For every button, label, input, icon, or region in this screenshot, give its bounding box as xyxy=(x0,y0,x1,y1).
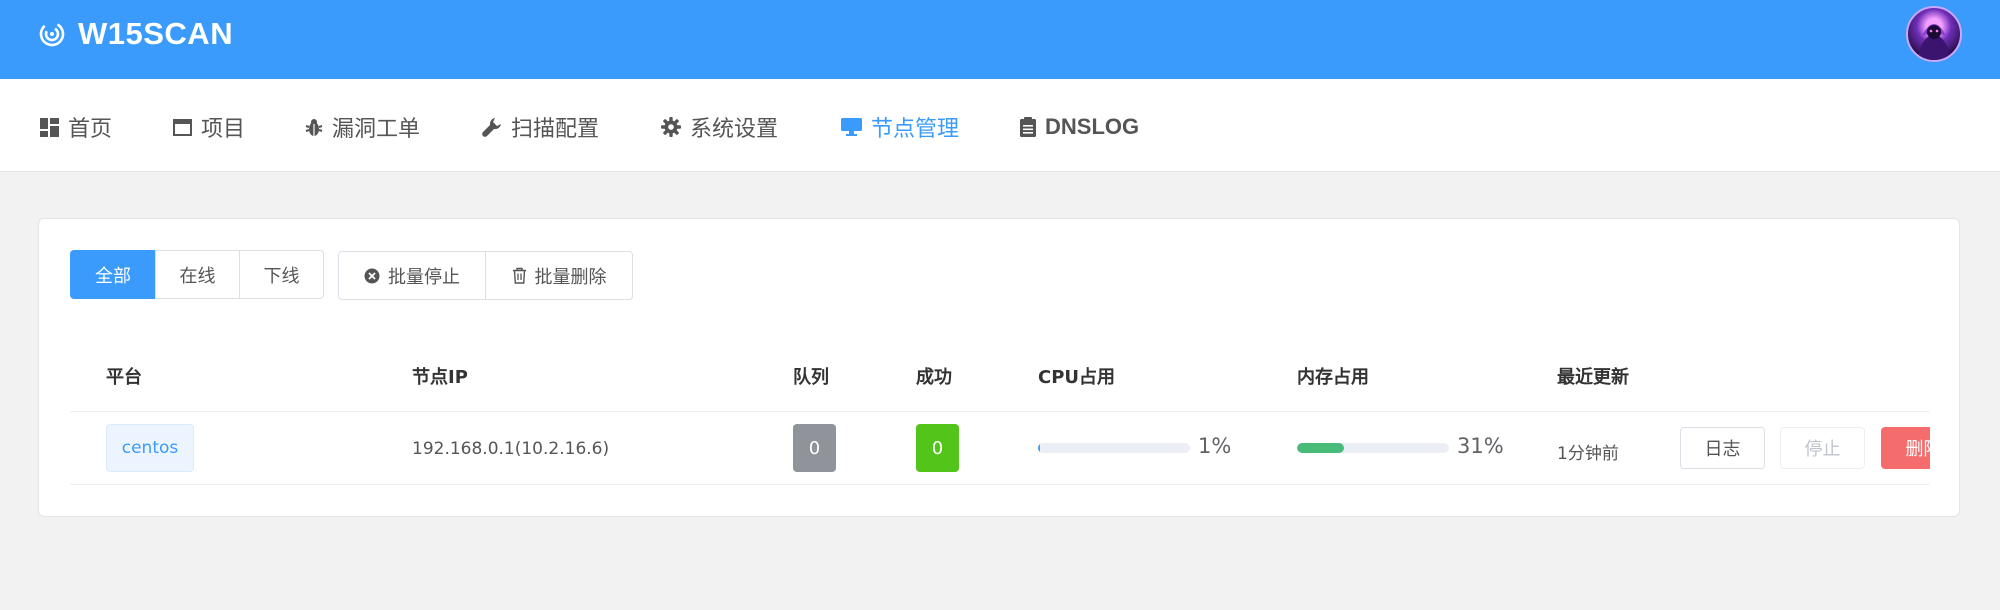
radar-icon xyxy=(39,21,65,47)
row-divider xyxy=(70,484,1930,485)
header-last-update[interactable]: 最近更新 xyxy=(1557,363,1629,389)
user-avatar[interactable] xyxy=(1906,6,1962,62)
node-ip: 192.168.0.1(10.2.16.6) xyxy=(412,439,610,459)
avatar-image xyxy=(1918,24,1950,60)
wrench-icon xyxy=(482,118,501,137)
last-update: 1分钟前 xyxy=(1557,444,1619,464)
main-nav: 首页 项目 漏洞工单 扫描配置 系统设置 节点管理 DNSLOG xyxy=(0,79,2000,172)
bug-icon xyxy=(305,118,323,136)
batch-delete-label: 批量删除 xyxy=(534,266,607,288)
stop-button[interactable]: 停止 xyxy=(1780,427,1865,469)
nav-label: DNSLOG xyxy=(1045,114,1140,139)
memory-percent: 31% xyxy=(1457,434,1504,458)
cpu-progress-fill xyxy=(1038,443,1040,453)
header-divider xyxy=(70,411,1930,412)
cpu-progress-bar xyxy=(1038,443,1190,453)
header-node-ip[interactable]: 节点IP xyxy=(412,363,468,389)
nav-item-dnslog[interactable]: DNSLOG xyxy=(1020,113,1139,141)
nav-item-system-settings[interactable]: 系统设置 xyxy=(661,113,779,142)
queue-badge: 0 xyxy=(793,424,836,472)
batch-delete-button[interactable]: 批量删除 xyxy=(485,251,633,300)
nav-item-scan-config[interactable]: 扫描配置 xyxy=(482,113,600,142)
header-success[interactable]: 成功 xyxy=(916,363,952,389)
nav-label: 系统设置 xyxy=(690,117,779,142)
app-title: W15SCAN xyxy=(78,16,234,51)
header-cpu[interactable]: CPU占用 xyxy=(1038,363,1115,389)
batch-stop-button[interactable]: 批量停止 xyxy=(338,251,486,300)
memory-progress-fill xyxy=(1297,443,1345,453)
nav-label: 漏洞工单 xyxy=(332,117,421,142)
nav-label: 节点管理 xyxy=(871,117,960,142)
delete-button-clip: 删除 xyxy=(1881,427,1930,469)
filter-tab-offline[interactable]: 下线 xyxy=(239,250,324,299)
filter-tab-all[interactable]: 全部 xyxy=(70,250,156,299)
platform-tag: centos xyxy=(106,424,194,472)
nav-item-vuln-tickets[interactable]: 漏洞工单 xyxy=(305,113,421,142)
monitor-icon xyxy=(841,118,862,136)
dashboard-icon xyxy=(40,117,59,137)
nav-label: 扫描配置 xyxy=(511,117,600,142)
window-icon xyxy=(173,118,192,136)
success-badge: 0 xyxy=(916,424,959,472)
nav-item-node-management[interactable]: 节点管理 xyxy=(841,113,960,142)
nav-label: 首页 xyxy=(68,117,113,142)
log-button[interactable]: 日志 xyxy=(1680,427,1765,469)
delete-button[interactable]: 删除 xyxy=(1881,427,1930,469)
trash-icon xyxy=(512,267,526,284)
top-bar: W15SCAN xyxy=(0,0,2000,79)
header-memory[interactable]: 内存占用 xyxy=(1297,363,1369,389)
gear-icon xyxy=(661,117,681,137)
nav-item-projects[interactable]: 项目 xyxy=(173,113,246,142)
memory-progress-bar xyxy=(1297,443,1449,453)
header-platform[interactable]: 平台 xyxy=(106,363,142,389)
batch-stop-label: 批量停止 xyxy=(388,266,460,288)
app-logo[interactable]: W15SCAN xyxy=(38,16,233,52)
header-queue[interactable]: 队列 xyxy=(793,363,829,389)
node-list-card: 全部 在线 下线 批量停止 批量删除 平台 节点IP 队列 成功 CPU占用 内… xyxy=(38,218,1960,517)
cpu-percent: 1% xyxy=(1198,434,1232,458)
nav-label: 项目 xyxy=(201,117,246,142)
nav-item-home[interactable]: 首页 xyxy=(40,113,113,142)
clipboard-icon xyxy=(1020,117,1036,137)
stop-circle-icon xyxy=(364,268,380,283)
filter-tab-online[interactable]: 在线 xyxy=(155,250,240,299)
